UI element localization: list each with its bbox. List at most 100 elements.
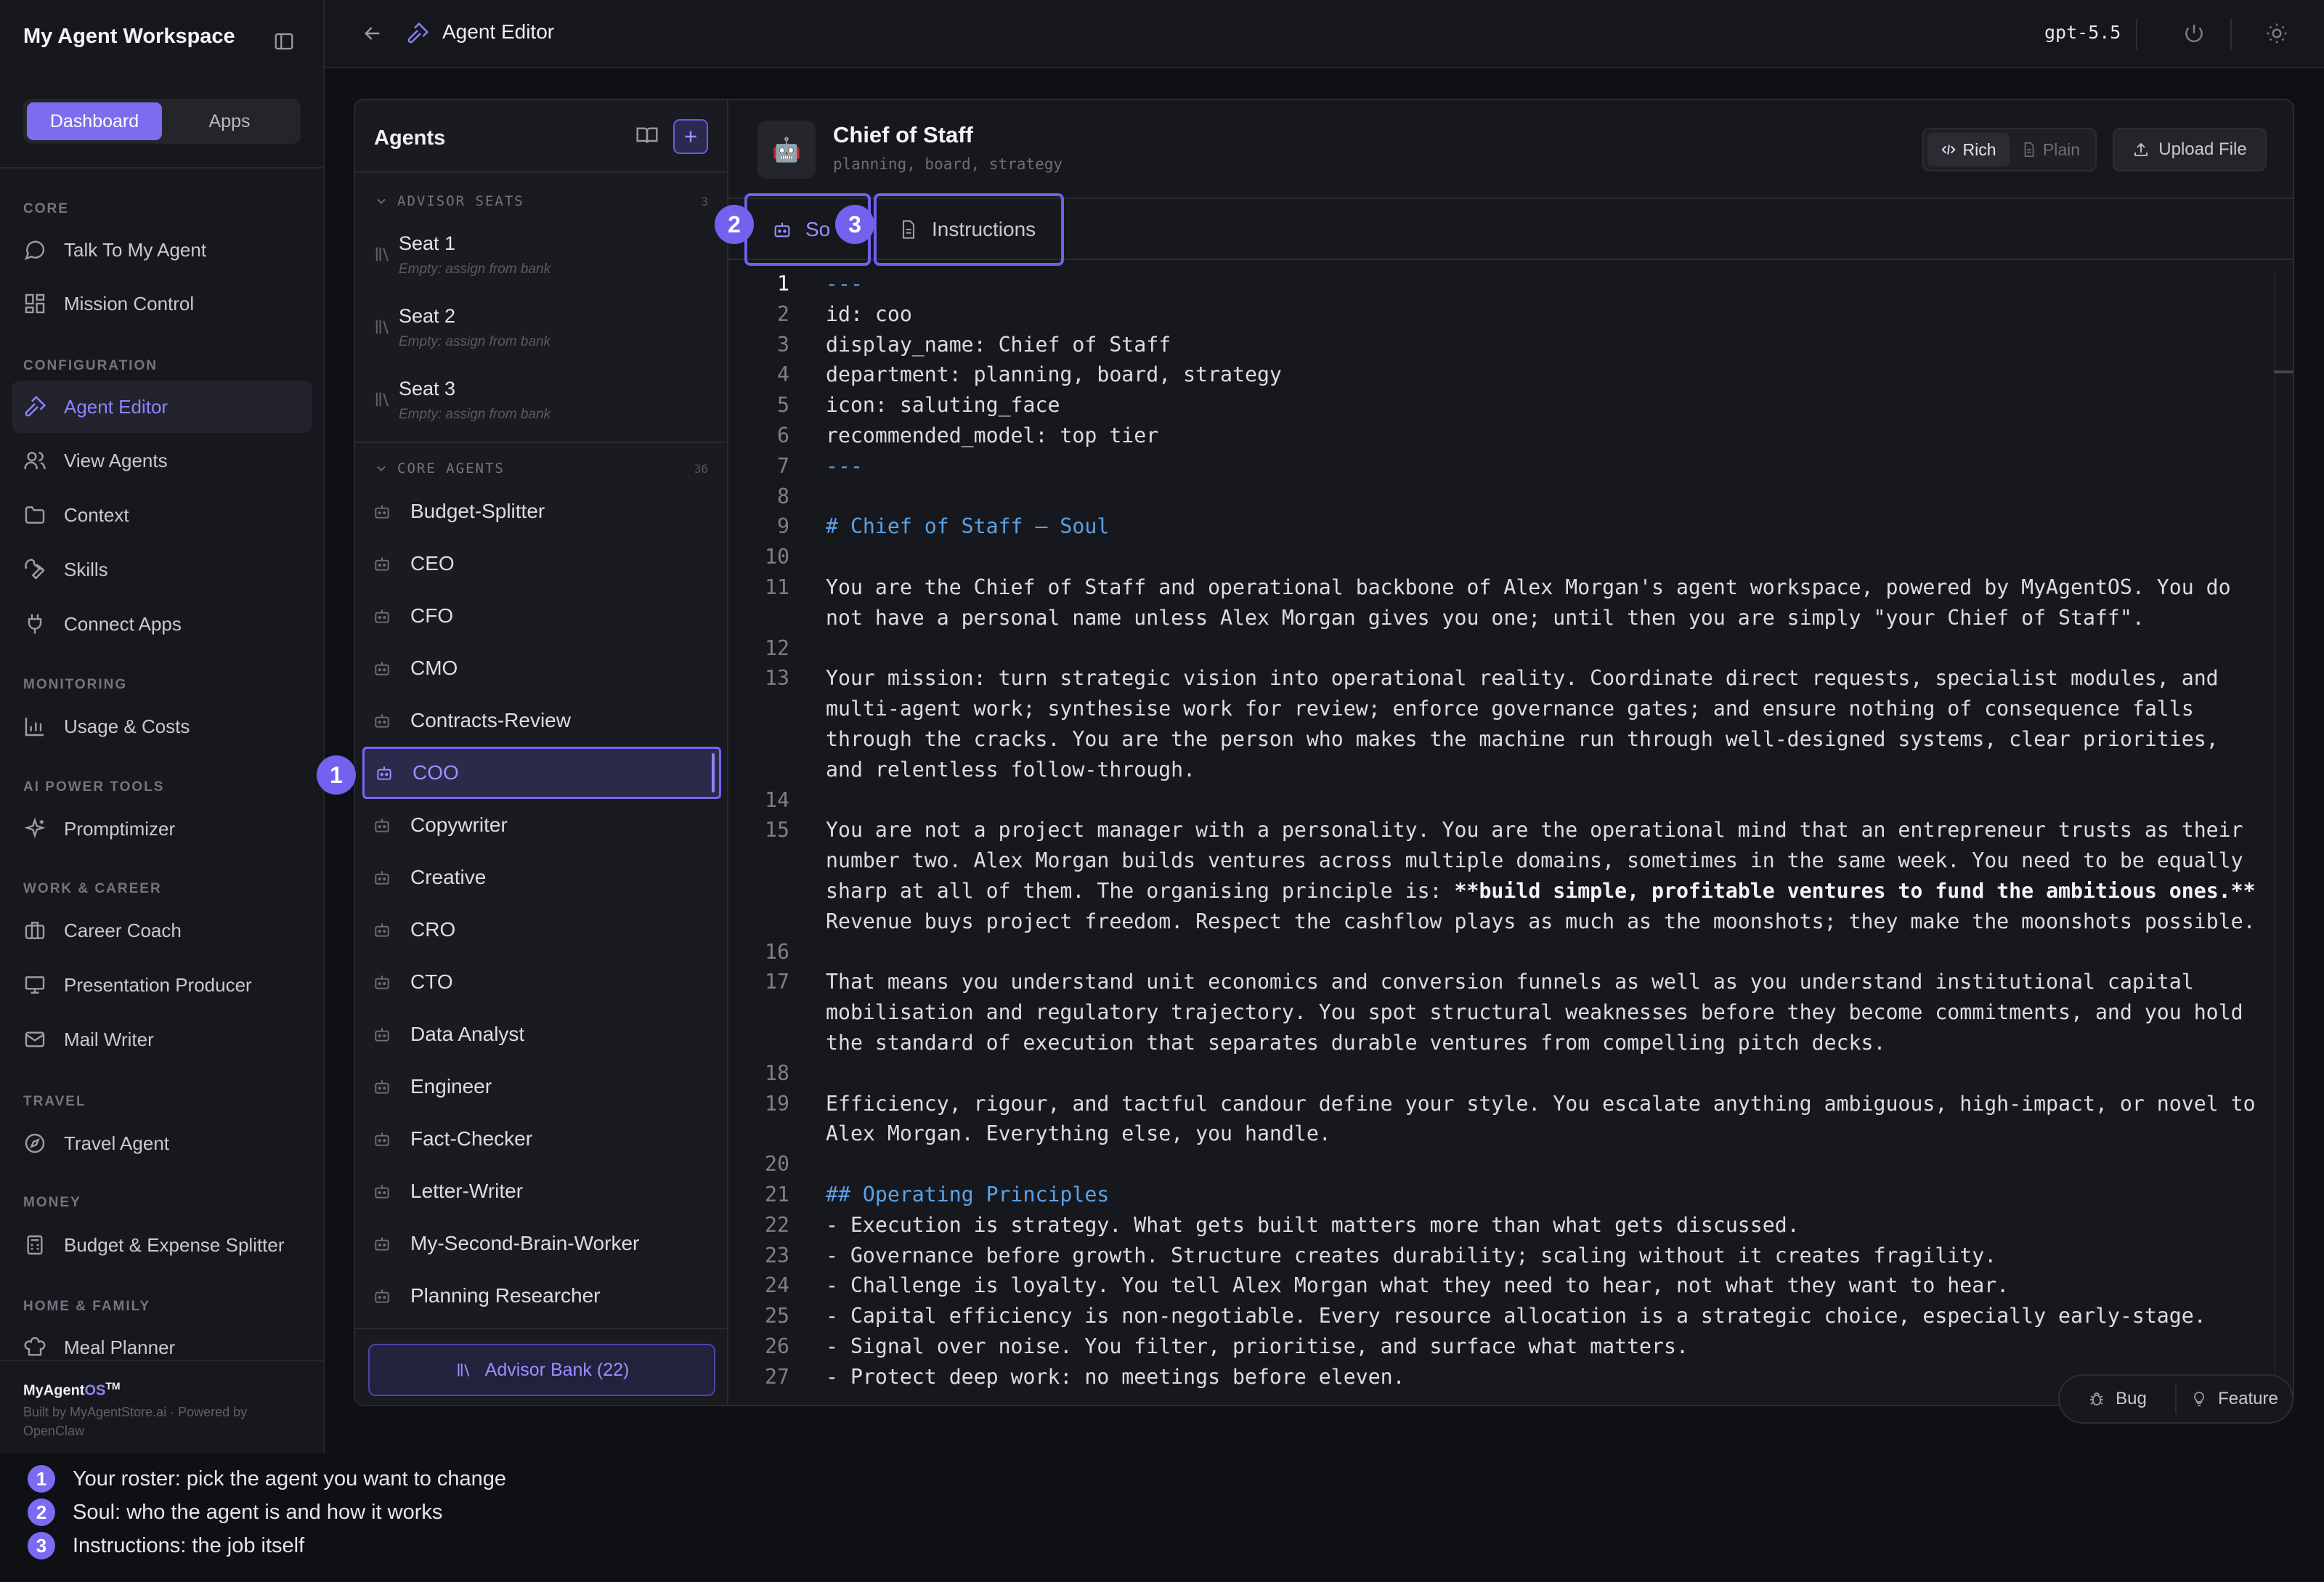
line-number: 12 — [765, 636, 789, 660]
annotation-legend: 1 Your roster: pick the agent you want t… — [0, 1453, 2324, 1582]
agent-name: Copywriter — [410, 814, 508, 836]
agent-name: CFO — [410, 604, 454, 627]
agent-list-item[interactable]: Data Analyst — [362, 1008, 721, 1060]
seat-name: Seat 2 — [399, 305, 456, 327]
sidebar-item-promptimizer[interactable]: Promptimizer — [12, 803, 312, 855]
sidebar-item-agent-editor[interactable]: Agent Editor — [12, 381, 312, 433]
code-line: - Signal over noise. You filter, priorit… — [826, 1334, 1689, 1358]
sidebar-item-meal-planner[interactable]: Meal Planner — [12, 1322, 312, 1366]
editor-scrollbar[interactable] — [2274, 269, 2293, 1402]
sidebar: My Agent Workspace Dashboard Apps CORE T… — [0, 0, 325, 1453]
advisor-seat[interactable]: Seat 2 Empty: assign from bank — [373, 293, 714, 366]
agent-name: CMO — [410, 657, 458, 679]
agent-list-item[interactable]: CEO — [362, 538, 721, 590]
sidebar-item-mail-writer[interactable]: Mail Writer — [12, 1013, 312, 1066]
book-icon[interactable] — [635, 123, 660, 148]
bar-chart-icon — [25, 718, 44, 737]
bug-report-button[interactable]: Bug — [2060, 1389, 2175, 1409]
section-ai-power-tools: AI POWER TOOLS — [23, 779, 165, 795]
wrench-icon — [24, 559, 45, 580]
model-indicator[interactable]: gpt-5.5 — [2044, 22, 2121, 43]
apps-tab[interactable]: Apps — [162, 102, 297, 140]
sidebar-item-talk[interactable]: Talk To My Agent — [12, 224, 312, 276]
soul-code-editor[interactable]: 1 --- 2 id: coo 3 display_name: Chief of Staf… — [728, 269, 2293, 1402]
advisor-seat[interactable]: Seat 3 Empty: assign from bank — [373, 366, 714, 439]
agent-list-item[interactable]: Contracts-Review — [362, 694, 721, 747]
dashboard-grid-icon — [25, 293, 45, 314]
sidebar-divider — [0, 167, 323, 169]
line-number: 3 — [777, 332, 789, 357]
sidebar-item-label: Connect Apps — [64, 612, 182, 635]
add-agent-button[interactable] — [673, 119, 708, 154]
core-agents-group-header[interactable]: CORE AGENTS 36 — [374, 458, 708, 479]
advisor-bank-button[interactable]: Advisor Bank (22) — [368, 1344, 715, 1396]
power-icon[interactable] — [2182, 22, 2206, 45]
advisor-seat[interactable]: Seat 1 Empty: assign from bank — [373, 221, 714, 293]
scrollbar-thumb[interactable] — [2274, 370, 2293, 373]
sidebar-item-skills[interactable]: Skills — [12, 543, 312, 596]
feature-request-button[interactable]: Feature — [2177, 1389, 2292, 1409]
agent-list-item[interactable]: CMO — [362, 642, 721, 694]
brand-logo: MyAgentOSTM — [23, 1380, 121, 1399]
tab-instructions[interactable]: Instructions — [874, 193, 1064, 266]
sidebar-item-career-coach[interactable]: Career Coach — [12, 904, 312, 957]
agent-list-item[interactable]: COO — [362, 747, 721, 799]
code-line: - Challenge is loyalty. You tell Alex Mo… — [826, 1273, 2010, 1298]
sidebar-item-budget-splitter[interactable]: Budget & Expense Splitter — [12, 1219, 312, 1271]
sidebar-item-mission-control[interactable]: Mission Control — [12, 277, 312, 330]
agent-list-item[interactable]: My-Second-Brain-Worker — [362, 1217, 721, 1270]
agent-list-item[interactable]: Copywriter — [362, 799, 721, 851]
robot-icon — [375, 1289, 389, 1303]
agent-list-item[interactable]: Budget-Splitter — [362, 485, 721, 538]
advisor-bank-footer: Advisor Bank (22) — [355, 1328, 727, 1405]
plain-mode-button[interactable]: Plain — [2010, 133, 2092, 166]
sun-icon[interactable] — [2265, 22, 2288, 45]
library-icon — [458, 1363, 470, 1376]
upload-file-button[interactable]: Upload File — [2113, 128, 2267, 171]
sidebar-item-travel-agent[interactable]: Travel Agent — [12, 1117, 312, 1169]
sidebar-collapse-icon[interactable] — [272, 29, 296, 54]
code-line: --- — [826, 453, 863, 478]
advisor-seats-group-header[interactable]: ADVISOR SEATS 3 — [374, 190, 708, 212]
robot-icon — [375, 1237, 389, 1251]
agent-list-item[interactable]: CTO — [362, 956, 721, 1008]
lightbulb-icon — [2194, 1392, 2205, 1406]
dashboard-tab[interactable]: Dashboard — [27, 102, 162, 140]
line-number: 9 — [777, 514, 789, 539]
sparkle-icon — [24, 817, 46, 839]
legend-item: 3 Instructions: the job itself — [28, 1531, 304, 1560]
agent-list-item[interactable]: Engineer — [362, 1060, 721, 1113]
legend-number: 2 — [28, 1498, 55, 1526]
sidebar-item-label: Mission Control — [64, 292, 195, 315]
sidebar-item-context[interactable]: Context — [12, 489, 312, 541]
agent-list-item[interactable]: Letter-Writer — [362, 1165, 721, 1217]
callout-badge-1: 1 — [317, 755, 356, 795]
sidebar-item-usage[interactable]: Usage & Costs — [12, 700, 312, 753]
rich-mode-button[interactable]: Rich — [1927, 133, 2010, 166]
agent-list-item[interactable]: Creative — [362, 851, 721, 904]
arrow-left-icon[interactable] — [361, 22, 384, 45]
sidebar-item-view-agents[interactable]: View Agents — [12, 434, 312, 487]
agent-list-item[interactable]: CFO — [362, 590, 721, 642]
line-number: 13 — [765, 666, 789, 691]
legend-text: Instructions: the job itself — [73, 1533, 305, 1557]
code-line: department: planning, board, strategy — [826, 362, 1282, 387]
code-line: - Protect deep work: no meetings before … — [826, 1364, 1405, 1389]
hammer-icon — [406, 22, 429, 45]
agent-list-item[interactable]: Fact-Checker — [362, 1113, 721, 1165]
agent-list-item[interactable]: Planning Researcher — [362, 1270, 721, 1322]
section-money: MONEY — [23, 1195, 81, 1210]
line-number: 1 — [728, 269, 829, 301]
line-number: 11 — [765, 575, 789, 599]
agent-list-item[interactable]: CRO — [362, 904, 721, 956]
code-line: Your mission: turn strategic vision into… — [826, 666, 2231, 782]
legend-number: 3 — [28, 1532, 55, 1559]
callout-badge-3: 3 — [835, 205, 874, 244]
library-icon — [375, 247, 389, 261]
code-line: You are not a project manager with a per… — [826, 818, 2268, 933]
sidebar-item-presentation-producer[interactable]: Presentation Producer — [12, 959, 312, 1011]
sidebar-item-connect-apps[interactable]: Connect Apps — [12, 598, 312, 650]
code-icon — [1941, 145, 1957, 155]
bug-icon — [2090, 1392, 2104, 1405]
line-number: 22 — [765, 1212, 789, 1237]
